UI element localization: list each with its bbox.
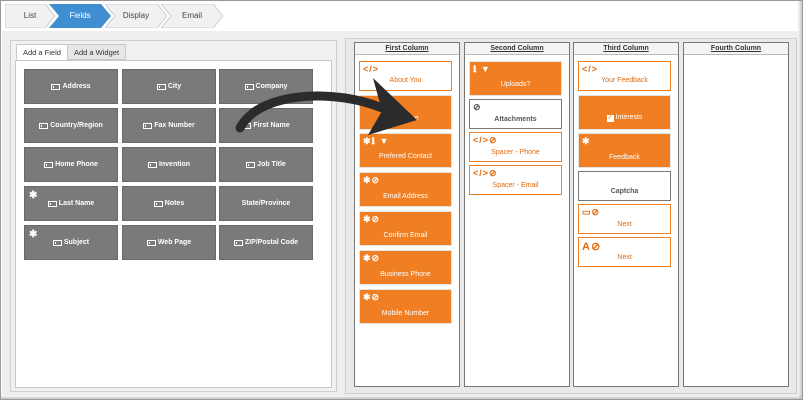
drag-arrow-icon bbox=[235, 78, 417, 135]
